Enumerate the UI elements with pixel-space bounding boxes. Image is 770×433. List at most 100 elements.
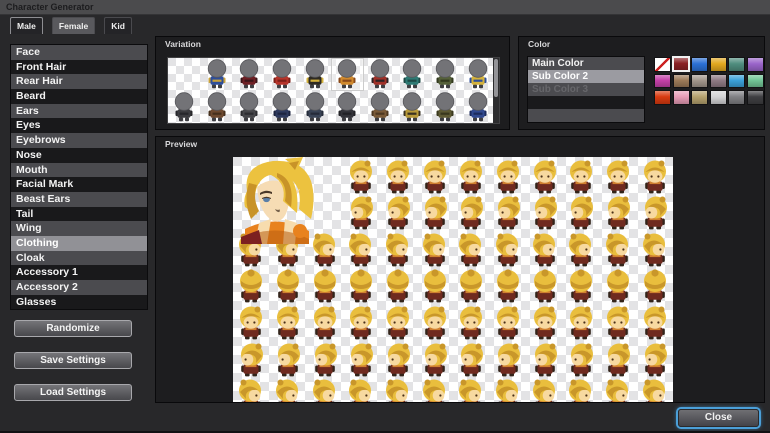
part-item-eyebrows[interactable]: Eyebrows	[11, 133, 147, 148]
color-slot-main-color[interactable]: Main Color	[528, 57, 644, 70]
variation-cell[interactable]	[201, 91, 234, 123]
variation-cell[interactable]	[364, 58, 397, 91]
variation-cell[interactable]	[429, 58, 462, 91]
color-slot-sub-color-2[interactable]: Sub Color 2	[528, 70, 644, 83]
tab-female[interactable]: Female	[51, 17, 96, 34]
character-sprite	[239, 379, 262, 402]
character-sprite	[422, 233, 445, 267]
character-sprite	[643, 306, 666, 340]
color-swatch[interactable]	[654, 90, 671, 105]
character-sprite	[571, 343, 594, 376]
part-item-beard[interactable]: Beard	[11, 89, 147, 104]
preview-cell	[490, 267, 527, 304]
preview-cell	[343, 194, 380, 231]
preview-cell	[453, 303, 490, 340]
variation-cell[interactable]	[298, 91, 331, 123]
preview-cell	[636, 157, 673, 194]
color-swatch[interactable]	[691, 57, 708, 72]
color-swatch[interactable]	[709, 73, 727, 88]
part-item-glasses[interactable]: Glasses	[11, 294, 147, 310]
mannequin-sprite	[240, 92, 259, 122]
character-sprite	[240, 269, 263, 303]
variation-cell[interactable]	[461, 91, 494, 123]
tab-kid[interactable]: Kid	[104, 17, 132, 34]
character-sprite	[607, 196, 630, 230]
part-item-rear-hair[interactable]: Rear Hair	[11, 74, 147, 90]
color-swatch[interactable]	[654, 73, 671, 88]
part-item-accessory-1[interactable]: Accessory 1	[11, 265, 147, 280]
preview-cell	[600, 377, 637, 402]
color-slot-empty[interactable]	[528, 109, 644, 122]
preview-cell	[306, 267, 343, 304]
part-item-eyes[interactable]: Eyes	[11, 118, 147, 134]
variation-cell[interactable]	[396, 91, 429, 123]
variation-cell[interactable]	[233, 91, 266, 123]
variation-box	[167, 57, 500, 124]
variation-cell[interactable]	[168, 91, 201, 123]
variation-cell[interactable]	[266, 58, 299, 91]
color-swatch[interactable]	[709, 57, 727, 72]
part-item-accessory-2[interactable]: Accessory 2	[11, 280, 147, 295]
part-item-tail[interactable]: Tail	[11, 206, 147, 222]
color-swatch[interactable]	[746, 73, 764, 88]
color-swatch[interactable]	[746, 90, 764, 105]
mannequin-sprite	[272, 59, 292, 89]
part-item-face[interactable]: Face	[11, 45, 147, 60]
variation-cell[interactable]	[330, 58, 364, 91]
color-swatch[interactable]	[728, 57, 745, 72]
variation-cell[interactable]	[298, 58, 331, 91]
variation-cell[interactable]	[233, 58, 266, 91]
character-sprite	[314, 343, 337, 376]
variation-cell[interactable]	[201, 58, 234, 91]
variation-cell[interactable]	[266, 91, 299, 123]
character-sprite	[534, 343, 557, 376]
part-item-facial-mark[interactable]: Facial Mark	[11, 177, 147, 192]
preview-cell	[416, 303, 453, 340]
color-swatch[interactable]	[728, 90, 745, 105]
part-item-nose[interactable]: Nose	[11, 147, 147, 163]
variation-cell[interactable]	[396, 58, 429, 91]
preview-cell	[416, 230, 453, 267]
variation-scrollbar-thumb[interactable]	[494, 59, 498, 97]
part-item-clothing[interactable]: Clothing	[11, 235, 147, 251]
variation-cell[interactable]	[461, 58, 494, 91]
character-sprite	[385, 379, 408, 402]
color-swatch[interactable]	[691, 90, 708, 105]
character-sprite	[532, 233, 555, 267]
variation-scrollbar[interactable]	[493, 58, 499, 123]
color-swatch[interactable]	[672, 73, 690, 88]
randomize-button[interactable]: Randomize	[14, 320, 132, 337]
character-sprite	[644, 196, 667, 230]
color-swatch[interactable]	[671, 56, 690, 72]
part-item-beast-ears[interactable]: Beast Ears	[11, 191, 147, 207]
preview-cell	[526, 340, 563, 377]
color-swatch[interactable]	[746, 57, 764, 72]
tab-male[interactable]: Male	[10, 17, 43, 34]
variation-cell[interactable]	[331, 91, 364, 123]
part-item-front-hair[interactable]: Front Hair	[11, 59, 147, 75]
character-sprite	[351, 196, 374, 230]
close-button[interactable]: Close	[678, 409, 759, 427]
color-swatch-none[interactable]	[654, 57, 671, 72]
preview-cell	[636, 267, 673, 304]
part-item-wing[interactable]: Wing	[11, 221, 147, 236]
character-sprite	[642, 233, 665, 267]
character-sprite	[496, 269, 519, 303]
color-swatch[interactable]	[672, 90, 690, 105]
part-item-ears[interactable]: Ears	[11, 103, 147, 119]
save-settings-button[interactable]: Save Settings	[14, 352, 132, 369]
variation-cell[interactable]	[429, 91, 462, 123]
color-swatch[interactable]	[728, 73, 745, 88]
load-settings-button[interactable]: Load Settings	[14, 384, 132, 401]
part-item-cloak[interactable]: Cloak	[11, 250, 147, 266]
preview-cell	[343, 230, 380, 267]
variation-cell-empty[interactable]	[168, 58, 201, 91]
color-swatch[interactable]	[709, 90, 727, 105]
variation-cell[interactable]	[364, 91, 397, 123]
character-sprite	[386, 306, 409, 340]
color-slot-empty[interactable]	[528, 96, 644, 109]
preview-cell	[270, 267, 307, 304]
color-swatch[interactable]	[691, 73, 708, 88]
part-item-mouth[interactable]: Mouth	[11, 162, 147, 178]
mannequin-sprite	[207, 59, 227, 89]
